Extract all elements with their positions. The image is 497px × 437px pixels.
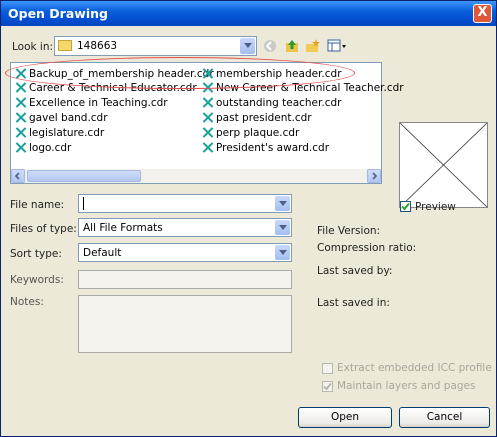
file-version-label: File Version: (317, 225, 381, 237)
title-bar: Open Drawing X (1, 1, 496, 26)
scroll-left-button[interactable] (11, 169, 25, 183)
dialog-title: Open Drawing (8, 6, 108, 21)
new-folder-icon[interactable] (305, 38, 321, 54)
preview-placeholder-icon (399, 122, 488, 208)
look-in-select[interactable]: 148663 (54, 36, 257, 56)
coreldraw-file-icon (15, 112, 26, 123)
list-item[interactable]: outstanding teacher.cdr (202, 97, 341, 110)
maintain-layers-checkbox[interactable] (322, 381, 333, 392)
up-folder-icon[interactable] (284, 38, 300, 54)
coreldraw-file-icon (15, 97, 26, 108)
chevron-down-icon (275, 245, 290, 260)
open-button[interactable]: Open (298, 407, 392, 428)
extract-icc-checkbox[interactable] (322, 363, 333, 374)
chevron-down-icon (240, 38, 255, 54)
scroll-thumb[interactable] (27, 170, 141, 182)
chevron-right-icon (372, 172, 378, 180)
checkmark-icon (401, 202, 410, 211)
list-item[interactable]: logo.cdr (15, 142, 71, 155)
chevron-down-icon (275, 220, 290, 235)
list-item[interactable]: perp plaque.cdr (202, 127, 299, 140)
chevron-down-icon (275, 196, 290, 211)
cancel-button[interactable]: Cancel (399, 407, 490, 428)
list-item[interactable]: gavel band.cdr (15, 112, 108, 125)
folder-icon (58, 40, 72, 51)
sort-type-label: Sort type: (10, 248, 62, 260)
preview-pane (399, 122, 488, 208)
list-item[interactable]: legislature.cdr (15, 127, 104, 140)
look-in-label: Look in: (12, 41, 54, 53)
text-cursor (83, 197, 84, 210)
coreldraw-file-icon (15, 82, 26, 93)
coreldraw-file-icon (15, 127, 26, 138)
coreldraw-file-icon (15, 142, 26, 153)
notes-field (78, 295, 292, 353)
last-saved-by-label: Last saved by: (317, 265, 393, 277)
coreldraw-file-icon (202, 142, 213, 153)
last-saved-in-label: Last saved in: (317, 297, 390, 309)
keywords-label: Keywords: (10, 274, 64, 286)
file-name-input[interactable] (78, 194, 292, 213)
back-icon[interactable] (262, 38, 278, 54)
coreldraw-file-icon (202, 97, 213, 108)
scroll-right-button[interactable] (367, 169, 381, 183)
preview-checkbox[interactable] (400, 201, 411, 212)
compression-ratio-label: Compression ratio: (317, 242, 417, 254)
list-item[interactable]: past president.cdr (202, 112, 312, 125)
view-menu-icon[interactable] (327, 38, 347, 54)
file-type-label: Files of type: (10, 223, 77, 235)
keywords-field (78, 270, 292, 289)
coreldraw-file-icon (202, 127, 213, 138)
annotation-ellipse (5, 57, 355, 89)
checkmark-icon (323, 382, 332, 391)
preview-label: Preview (415, 201, 456, 213)
horizontal-scrollbar[interactable] (11, 169, 381, 183)
close-button[interactable]: X (473, 4, 492, 23)
list-item[interactable]: Excellence in Teaching.cdr (15, 97, 168, 110)
extract-icc-label: Extract embedded ICC profile (337, 362, 492, 374)
open-drawing-dialog: Open Drawing X Look in: 148663 Backup_of… (0, 0, 497, 437)
file-name-label: File name: (10, 199, 65, 211)
chevron-left-icon (14, 172, 20, 180)
notes-label: Notes: (10, 296, 44, 308)
sort-type-select[interactable]: Default (78, 243, 292, 262)
coreldraw-file-icon (202, 112, 213, 123)
file-type-select[interactable]: All File Formats (78, 218, 292, 237)
look-in-value: 148663 (77, 40, 118, 52)
maintain-layers-label: Maintain layers and pages (337, 380, 476, 392)
list-item[interactable]: President's award.cdr (202, 142, 329, 155)
